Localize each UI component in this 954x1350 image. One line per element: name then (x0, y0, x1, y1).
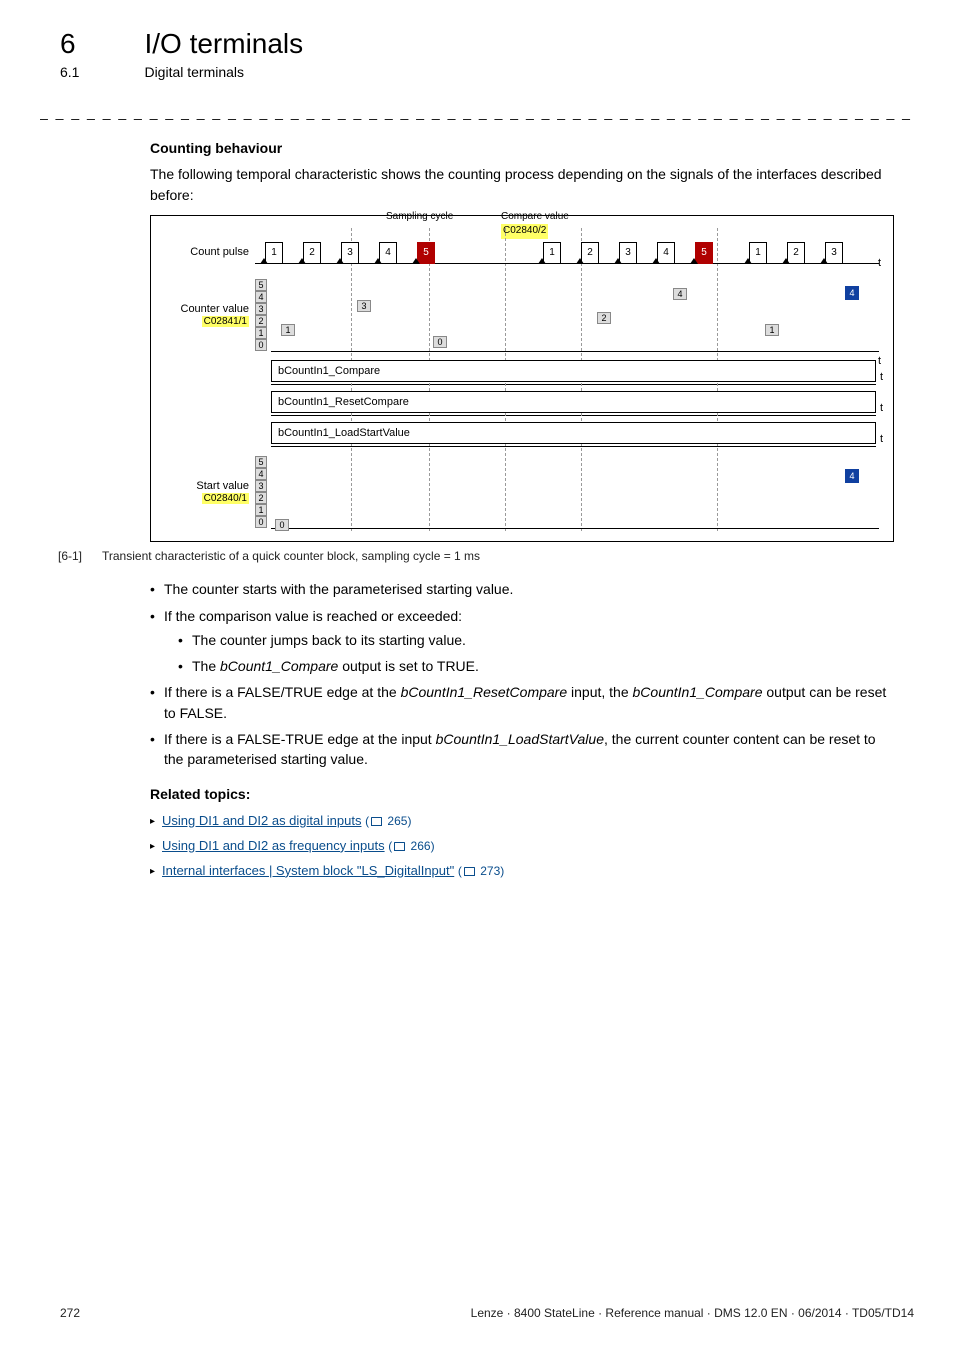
counting-heading: Counting behaviour (150, 138, 894, 158)
section-number: 6.1 (60, 64, 140, 80)
pulse-box: 1 (265, 242, 283, 264)
pulse-box: 1 (543, 242, 561, 264)
link-text[interactable]: Using DI1 and DI2 as digital inputs (162, 813, 361, 828)
related-heading: Related topics: (150, 784, 894, 804)
bullet: If the comparison value is reached or ex… (150, 606, 894, 677)
start-value-plot: 0 4 (271, 453, 879, 531)
counter-value-plot: 1 3 0 2 4 1 4 t (271, 276, 879, 354)
doc-id: Lenze · 8400 StateLine · Reference manua… (471, 1306, 914, 1320)
counting-intro: The following temporal characteristic sh… (150, 164, 894, 205)
section-title: Digital terminals (144, 64, 244, 80)
count-pulse-plot: 1 2 3 4 5 1 2 3 4 5 1 2 3 t (255, 236, 879, 268)
pulse-box: 2 (303, 242, 321, 264)
pulse-box: 2 (581, 242, 599, 264)
book-icon (464, 867, 475, 876)
related-link[interactable]: Using DI1 and DI2 as frequency inputs ( … (150, 837, 894, 856)
pulse-box: 4 (379, 242, 397, 264)
chapter-number: 6 (60, 28, 140, 60)
start-value-label: Start value C02840/1 (165, 480, 255, 504)
pulse-box: 3 (825, 242, 843, 264)
t-axis: t (878, 256, 881, 272)
book-icon (394, 842, 405, 851)
figure-number: [6-1] (58, 548, 102, 565)
figure-timing-diagram: Sampling cycle Compare value C02840/2 Co… (150, 215, 894, 542)
chapter-title: I/O terminals (144, 28, 303, 59)
counter-yticks: 0 1 2 3 4 5 (255, 279, 271, 351)
pulse-box: 5 (695, 242, 713, 264)
counter-code: C02841/1 (202, 316, 249, 327)
sub-bullet: The bCount1_Compare output is set to TRU… (178, 656, 894, 676)
bullet: The counter starts with the parameterise… (150, 579, 894, 599)
start-code: C02840/1 (202, 493, 249, 504)
pulse-box: 4 (657, 242, 675, 264)
pulse-box: 5 (417, 242, 435, 264)
signal-resetcompare: bCountIn1_ResetCompare (271, 391, 876, 413)
figure-caption: Transient characteristic of a quick coun… (102, 548, 480, 565)
counter-value-label: Counter value C02841/1 (165, 303, 255, 327)
start-yticks: 0 1 2 3 4 5 (255, 456, 271, 528)
sub-bullet: The counter jumps back to its starting v… (178, 630, 894, 650)
related-link[interactable]: Internal interfaces | System block "LS_D… (150, 862, 894, 881)
pulse-box: 3 (341, 242, 359, 264)
link-text[interactable]: Internal interfaces | System block "LS_D… (162, 863, 454, 878)
pulse-box: 3 (619, 242, 637, 264)
bullet: If there is a FALSE-TRUE edge at the inp… (150, 729, 894, 770)
page-number: 272 (60, 1306, 80, 1320)
divider: _ _ _ _ _ _ _ _ _ _ _ _ _ _ _ _ _ _ _ _ … (40, 104, 914, 120)
related-link[interactable]: Using DI1 and DI2 as digital inputs ( 26… (150, 812, 894, 831)
pulse-box: 1 (749, 242, 767, 264)
sampling-label: Sampling cycle (386, 210, 453, 225)
t-axis: t (878, 354, 881, 370)
pulse-box: 2 (787, 242, 805, 264)
bullet: If there is a FALSE/TRUE edge at the bCo… (150, 682, 894, 723)
signal-compare: bCountIn1_Compare (271, 360, 876, 382)
link-text[interactable]: Using DI1 and DI2 as frequency inputs (162, 838, 385, 853)
signal-loadstart: bCountIn1_LoadStartValue (271, 422, 876, 444)
count-pulse-label: Count pulse (165, 246, 255, 258)
book-icon (371, 817, 382, 826)
